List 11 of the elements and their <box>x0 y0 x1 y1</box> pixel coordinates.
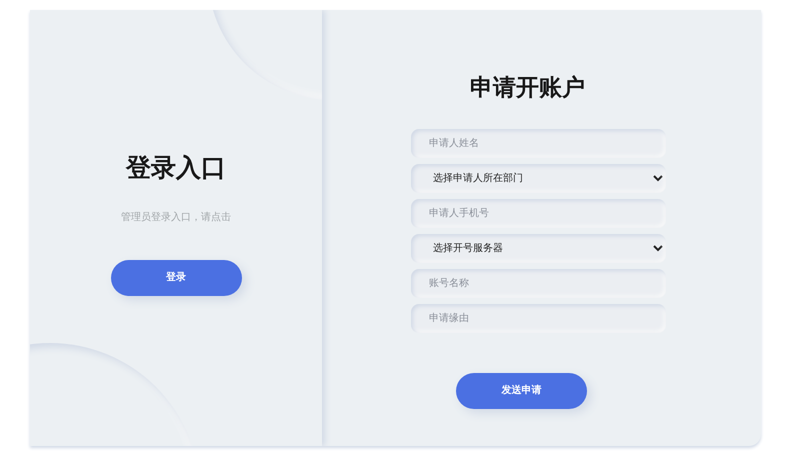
login-button[interactable]: 登录 <box>110 260 242 296</box>
text-field[interactable]: 申请缘由 <box>411 304 666 332</box>
description-text: 管理员登录入口，请点击 <box>121 210 231 225</box>
submit-button[interactable]: 发送申请 <box>456 372 587 408</box>
form-title: 申请开账户 <box>470 73 585 102</box>
text-field[interactable]: 申请人姓名 <box>411 128 666 158</box>
text-field[interactable]: 申请人手机号 <box>411 198 666 228</box>
panel-title: 登录入口 <box>126 153 226 184</box>
dropdown-field[interactable]: 选择申请人所在部门 <box>411 164 666 192</box>
dropdown-field[interactable]: 选择开号服务器 <box>411 234 666 262</box>
text-field[interactable]: 账号名称 <box>411 268 666 298</box>
